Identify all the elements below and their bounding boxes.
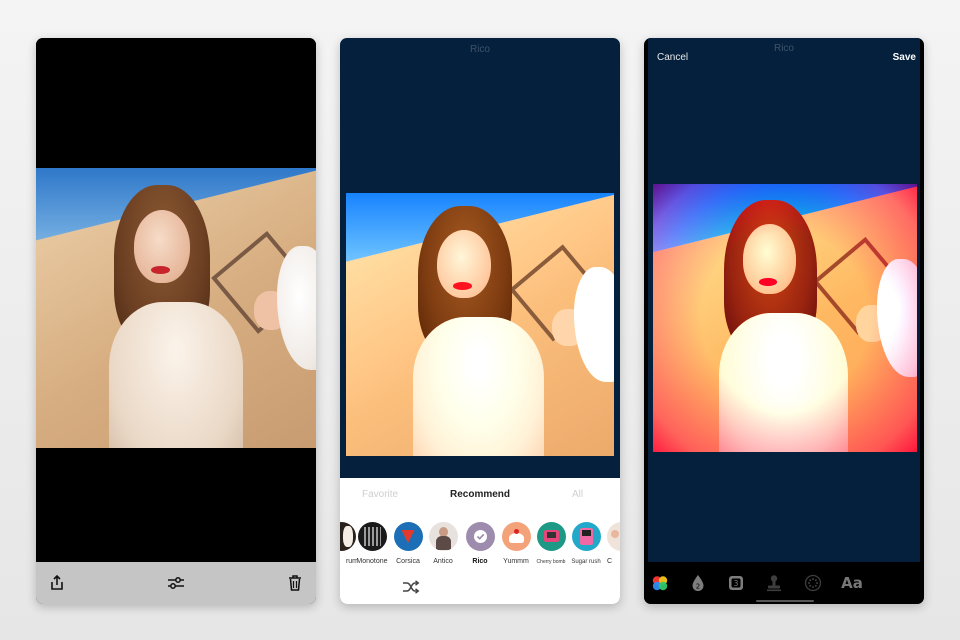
stamp-icon[interactable] (765, 574, 783, 592)
dots-circle-icon[interactable] (804, 574, 822, 592)
filter-strip: rum Monotone Corsica Antico Rico Yummm C… (340, 522, 620, 572)
photo-edited[interactable] (653, 184, 917, 452)
filter-thumb (606, 522, 620, 551)
filter-corsica[interactable]: Corsica (391, 522, 425, 565)
filter-next-partial[interactable]: C (604, 522, 620, 565)
share-icon[interactable] (48, 574, 66, 592)
filter-tabs: Favorite Recommend All (340, 489, 620, 505)
filter-label: Rico (472, 558, 488, 565)
photo-vignette (653, 184, 917, 452)
text-tool-label: Aa (841, 574, 863, 592)
nav-title: Rico (469, 44, 490, 55)
cancel-button[interactable]: Cancel (657, 52, 688, 63)
home-indicator (756, 600, 814, 602)
photo[interactable] (36, 168, 316, 448)
tab-favorite[interactable]: Favorite (362, 489, 398, 500)
photo-blouse (108, 302, 244, 448)
filter-panel: Favorite Recommend All rum Monotone Cors… (340, 478, 620, 604)
filter-thumb (357, 522, 387, 551)
svg-text:3: 3 (734, 579, 739, 588)
filter-yummm[interactable]: Yummm (499, 522, 533, 565)
filter-label: C (607, 558, 613, 565)
drop-2-icon[interactable]: 2 (689, 574, 707, 592)
tab-all[interactable]: All (572, 489, 583, 500)
filter-rico[interactable]: Rico (463, 522, 497, 565)
filter-label: Yummm (503, 558, 529, 565)
filter-label: Cherry bomb (536, 559, 566, 565)
shuffle-icon[interactable] (402, 580, 420, 594)
filter-cherry-bomb[interactable]: Cherry bomb (534, 522, 568, 565)
filter-label: Corsica (396, 558, 420, 565)
photo-preview[interactable] (346, 193, 614, 456)
filter-sugar-rush[interactable]: Sugar rush (569, 522, 603, 565)
save-button[interactable]: Save (893, 52, 916, 63)
photo-letterbox-top (36, 38, 316, 168)
sliders-icon[interactable] (167, 574, 185, 592)
filter-thumb (428, 522, 458, 551)
photo-blouse (413, 316, 545, 456)
edit-toolbar: 2 3 Aa (644, 562, 924, 604)
filter-monotone[interactable]: Monotone (355, 522, 389, 565)
screen-photo-view (36, 38, 316, 604)
filter-thumb (571, 522, 601, 551)
trash-icon[interactable] (286, 574, 304, 592)
filter-thumb (340, 522, 356, 551)
filter-thumb (536, 522, 566, 551)
tab-recommend[interactable]: Recommend (450, 489, 510, 500)
filter-thumb (393, 522, 423, 551)
filter-label: Antico (433, 558, 453, 565)
svg-text:2: 2 (696, 583, 700, 591)
filter-label: Sugar rush (571, 559, 601, 565)
filter-thumb (501, 522, 531, 551)
bottom-toolbar (36, 562, 316, 604)
color-circles-icon[interactable] (651, 574, 669, 592)
text-icon[interactable]: Aa (839, 574, 865, 592)
square-3-icon[interactable]: 3 (727, 574, 745, 592)
screen-edit: Rico Cancel Save 2 3 Aa (644, 38, 924, 604)
filter-label: Monotone (356, 558, 388, 565)
check-icon (465, 522, 495, 551)
screen-filter-select: Rico Favorite Recommend All rum Monotone (340, 38, 620, 604)
filter-antico[interactable]: Antico (426, 522, 460, 565)
